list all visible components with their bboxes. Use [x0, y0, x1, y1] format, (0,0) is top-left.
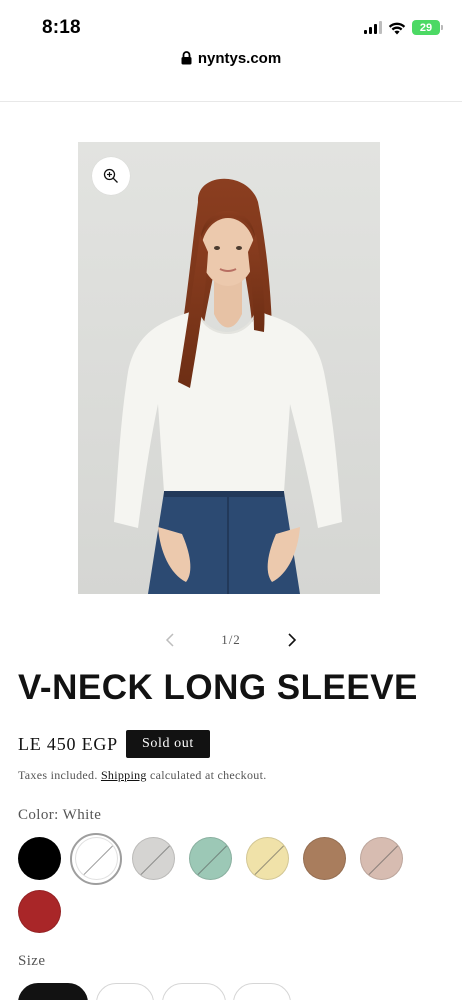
swatch-mint[interactable]	[189, 837, 232, 880]
next-slide-icon[interactable]	[282, 630, 302, 650]
slide-counter: 1/2	[221, 632, 241, 647]
address-bar[interactable]: nyntys.com	[0, 44, 462, 72]
selected-color: White	[62, 807, 102, 823]
size-option-4[interactable]	[233, 983, 291, 1000]
swatch-butter[interactable]	[246, 837, 289, 880]
sold-out-badge: Sold out	[126, 730, 210, 758]
swatch-brown[interactable]	[303, 837, 346, 880]
status-icons: 29	[364, 20, 443, 35]
battery-icon: 29	[412, 20, 443, 35]
product-price: LE 450 EGP	[18, 733, 118, 754]
product-title: V-NECK LONG SLEEVE	[18, 668, 418, 707]
model-photo	[78, 142, 380, 594]
url-text: nyntys.com	[197, 49, 282, 67]
swatch-light-grey[interactable]	[132, 837, 175, 880]
cellular-signal-icon	[364, 21, 382, 34]
zoom-in-icon	[103, 168, 118, 183]
size-option-1[interactable]	[18, 983, 88, 1000]
checkout-text: calculated at checkout.	[150, 768, 267, 782]
previous-slide-icon[interactable]	[160, 630, 180, 650]
color-label-text: Color:	[18, 807, 59, 823]
header-divider	[0, 101, 462, 102]
swatch-blush[interactable]	[360, 837, 403, 880]
slider-controls: 1/2	[160, 628, 302, 652]
wifi-icon	[388, 22, 406, 34]
tax-text: Taxes included.	[18, 768, 98, 782]
status-time: 8:18	[42, 17, 81, 38]
price-row: LE 450 EGP Sold out	[18, 730, 210, 758]
size-option-3[interactable]	[162, 983, 226, 1000]
color-label: Color: White	[18, 807, 101, 824]
product-image[interactable]	[78, 142, 380, 594]
battery-level: 29	[419, 21, 433, 34]
shipping-link[interactable]: Shipping	[101, 768, 147, 782]
tax-note: Taxes included. Shipping calculated at c…	[18, 768, 267, 783]
size-option-2[interactable]	[96, 983, 154, 1000]
swatch-black[interactable]	[18, 837, 61, 880]
size-label: Size	[18, 953, 46, 969]
lock-icon	[181, 51, 192, 65]
swatch-white[interactable]	[75, 837, 118, 880]
swatch-red[interactable]	[18, 890, 61, 933]
zoom-button[interactable]	[92, 157, 130, 195]
status-bar: 8:18 29	[0, 0, 462, 44]
